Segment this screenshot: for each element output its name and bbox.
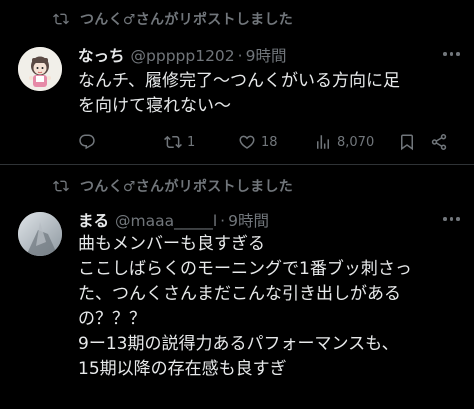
repost-icon bbox=[53, 180, 69, 192]
share-icon bbox=[431, 134, 447, 150]
display-name[interactable]: まる bbox=[78, 209, 109, 231]
retweet-count: 1 bbox=[187, 134, 196, 150]
tweet-2[interactable]: つんく♂さんがリポストしました まる @maaa_____l · 9時間 曲もメ… bbox=[0, 165, 474, 409]
avatar-photo bbox=[18, 212, 62, 256]
avatar-illustration bbox=[18, 47, 62, 91]
reply-button[interactable] bbox=[78, 130, 101, 154]
views-icon bbox=[317, 135, 329, 149]
bookmark-icon bbox=[401, 134, 413, 151]
user-handle[interactable]: @ppppp1202 bbox=[131, 47, 235, 65]
tweet-header: まる @maaa_____l · 9時間 bbox=[78, 209, 269, 231]
repost-label: つんく♂さんがリポストしました bbox=[80, 179, 294, 195]
avatar[interactable] bbox=[18, 212, 62, 256]
like-button[interactable]: 18 bbox=[238, 130, 278, 154]
more-icon[interactable] bbox=[443, 51, 463, 57]
display-name[interactable]: なっち bbox=[78, 44, 125, 66]
repost-indicator[interactable]: つんく♂さんがリポストしました bbox=[52, 8, 293, 30]
tweet-1[interactable]: つんく♂さんがリポストしました なっち @ppppp1202 · 9時間 なんチ… bbox=[0, 0, 474, 165]
avatar[interactable] bbox=[18, 47, 62, 91]
separator: · bbox=[237, 47, 243, 65]
more-icon[interactable] bbox=[443, 216, 463, 222]
separator: · bbox=[220, 212, 226, 230]
repost-indicator[interactable]: つんく♂さんがリポストしました bbox=[52, 175, 293, 197]
bookmark-button[interactable] bbox=[398, 130, 416, 154]
user-handle[interactable]: @maaa_____l bbox=[115, 212, 217, 230]
retweet-button[interactable]: 1 bbox=[164, 130, 195, 154]
tweet-text: 曲もメンバーも良すぎる ここしばらくのモーニングで1番ブッ刺さっ た、つんくさん… bbox=[78, 234, 412, 379]
repost-icon bbox=[164, 135, 182, 149]
action-bar: 1 18 8,070 bbox=[78, 130, 458, 154]
share-button[interactable] bbox=[430, 130, 448, 154]
repost-label: つんく♂さんがリポストしました bbox=[80, 12, 294, 28]
reply-icon bbox=[79, 134, 95, 150]
views-button[interactable]: 8,070 bbox=[314, 130, 374, 154]
view-count: 8,070 bbox=[337, 134, 375, 150]
tweet-text: なんチ、履修完了〜つんくがいる方向に足 を向けて寝れない〜 bbox=[78, 71, 400, 116]
repost-icon bbox=[53, 13, 69, 25]
like-count: 18 bbox=[261, 134, 278, 150]
tweet-header: なっち @ppppp1202 · 9時間 bbox=[78, 44, 286, 66]
heart-icon bbox=[239, 135, 255, 149]
timestamp[interactable]: 9時間 bbox=[246, 44, 287, 66]
timestamp[interactable]: 9時間 bbox=[228, 209, 269, 231]
